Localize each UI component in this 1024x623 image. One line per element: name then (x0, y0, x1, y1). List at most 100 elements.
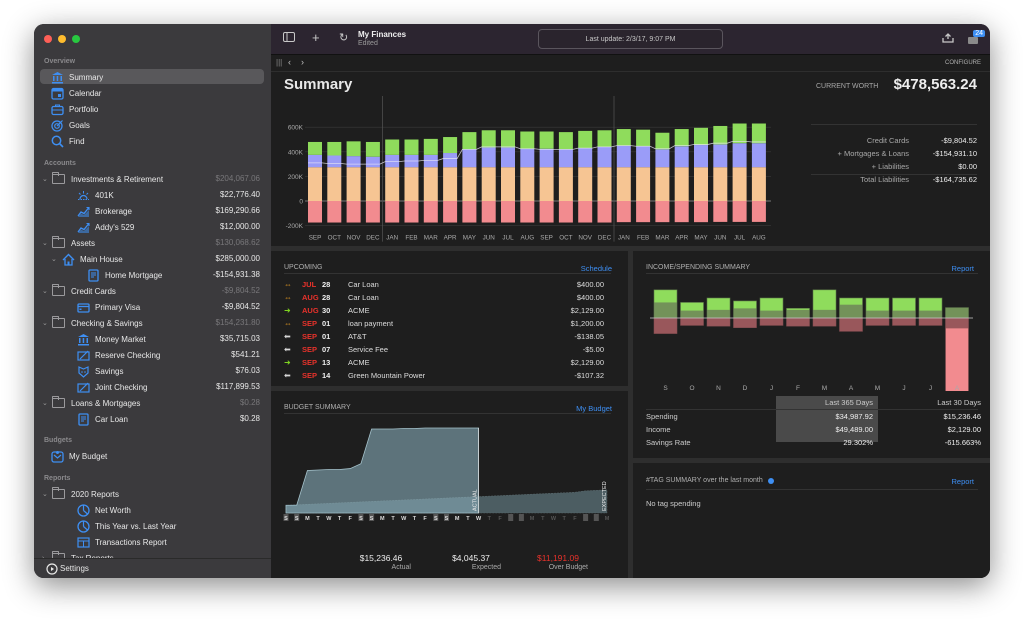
account-item-main-house[interactable]: ⌄ Main House (51, 251, 123, 267)
income-overlap (839, 304, 863, 318)
sidebar-item-find[interactable]: Find (50, 133, 85, 149)
export-icon[interactable] (942, 33, 954, 46)
chevron-down-icon[interactable]: ⌄ (42, 490, 50, 498)
sidebar-item-summary[interactable]: Summary (50, 69, 103, 85)
report-item-transactions-report[interactable]: Transactions Report (76, 534, 167, 550)
report-item-net-worth[interactable]: Net Worth (76, 502, 131, 518)
section-header-accounts: Accounts (44, 160, 76, 167)
bar-liabilities (732, 201, 747, 222)
chevron-down-icon[interactable]: ⌄ (42, 399, 50, 407)
sidebar-item-calendar[interactable]: Calendar (50, 85, 101, 101)
my-budget-link[interactable]: My Budget (576, 404, 612, 413)
zoom-window-button[interactable] (72, 35, 80, 43)
x-tick-label: JUL (734, 235, 746, 242)
budget-header: BUDGET SUMMARY (284, 404, 351, 411)
tag-report-link[interactable]: Report (951, 477, 974, 486)
account-item-brokerage[interactable]: Brokerage (76, 203, 132, 219)
bank-icon (76, 332, 90, 346)
upcoming-row[interactable]: ⬅ SEP 01 AT&T -$138.05 (284, 330, 604, 343)
bar-liabilities (694, 201, 708, 223)
schedule-link[interactable]: Schedule (581, 264, 612, 273)
account-item-joint-checking[interactable]: Joint Checking (76, 379, 147, 395)
sidebar-item-my-budget[interactable]: My Budget (50, 448, 107, 464)
add-icon[interactable]: + (312, 30, 320, 45)
income-report-link[interactable]: Report (951, 264, 974, 273)
chevron-down-icon[interactable]: ⌄ (51, 255, 59, 263)
chevron-down-icon[interactable]: ⌄ (42, 175, 50, 183)
spending-overlap (892, 318, 916, 326)
forward-button[interactable]: › (301, 57, 304, 67)
info-icon[interactable] (767, 477, 774, 484)
upcoming-payee: ACME (348, 306, 370, 315)
spending-bar (945, 317, 969, 391)
folder-icon (52, 284, 65, 296)
income-spending-header: INCOME/SPENDING SUMMARY (646, 264, 751, 271)
account-item-addy-s-529[interactable]: Addy's 529 (76, 219, 134, 235)
account-item-home-mortgage[interactable]: Home Mortgage (86, 267, 162, 283)
bar-cash (713, 125, 728, 145)
account-item-savings[interactable]: Savings (76, 363, 123, 379)
upcoming-row[interactable]: ⬅ SEP 07 Service Fee -$5.00 (284, 343, 604, 356)
upcoming-row[interactable]: ➜ SEP 13 ACME $2,129.00 (284, 356, 604, 369)
upcoming-amount: $1,200.00 (570, 319, 604, 328)
account-group-credit-cards[interactable]: ⌄ Credit Cards (42, 283, 116, 299)
income-overlap (919, 310, 942, 318)
settings-label: Settings (60, 564, 89, 573)
income-overlap (760, 310, 783, 318)
report-item-this-year-vs-last-year[interactable]: This Year vs. Last Year (76, 518, 176, 534)
account-item-401k[interactable]: 401K (76, 187, 114, 203)
account-label: Investments & Retirement (71, 174, 164, 184)
sidebar-item-portfolio[interactable]: Portfolio (50, 101, 98, 117)
account-item-car-loan[interactable]: Car Loan (76, 411, 128, 427)
sidebar-item-label: Goals (69, 120, 90, 130)
bar-investments (694, 145, 708, 168)
day-label: S (434, 516, 438, 522)
account-item-primary-visa[interactable]: Primary Visa (76, 299, 140, 315)
back-button[interactable]: ‹ (288, 57, 291, 67)
day-label: M (530, 516, 535, 522)
credit-card-icon (76, 300, 90, 314)
report-group-2020-reports[interactable]: ⌄ 2020 Reports (42, 486, 119, 502)
account-group-checking-savings[interactable]: ⌄ Checking & Savings (42, 315, 143, 331)
account-group-loans-mortgages[interactable]: ⌄ Loans & Mortgages (42, 395, 140, 411)
chevron-down-icon[interactable]: ⌄ (42, 239, 50, 247)
chevron-down-icon[interactable]: ⌄ (42, 319, 50, 327)
upcoming-row[interactable]: ➜ AUG 30 ACME $2,129.00 (284, 304, 604, 317)
sidebar-item-goals[interactable]: Goals (50, 117, 90, 133)
x-tick-label: JUN (483, 235, 496, 242)
upcoming-payee: Car Loan (348, 293, 379, 302)
x-tick-label: S (663, 385, 668, 391)
account-item-money-market[interactable]: Money Market (76, 331, 146, 347)
upcoming-day: 13 (322, 358, 331, 367)
settings-button[interactable]: Settings (34, 558, 271, 578)
table-icon (76, 535, 90, 549)
bar-cash (346, 141, 361, 157)
upcoming-row[interactable]: ⇔ SEP 01 loan payment $1,200.00 (284, 317, 604, 330)
bar-liabilities (501, 201, 515, 223)
account-group-investments-retirement[interactable]: ⌄ Investments & Retirement (42, 171, 163, 187)
chart-up-icon (76, 204, 90, 218)
liability-value: -$9,804.52 (941, 136, 977, 145)
account-label: Primary Visa (95, 302, 141, 312)
chevron-down-icon[interactable]: ⌄ (42, 287, 50, 295)
bar-cash (481, 130, 496, 148)
account-item-reserve-checking[interactable]: Reserve Checking (76, 347, 160, 363)
upcoming-row[interactable]: ⇔ AUG 28 Car Loan $400.00 (284, 291, 604, 304)
chart-up-icon (76, 220, 90, 234)
budget-icon (50, 449, 64, 463)
income-table-header: Last 365 Days Last 30 Days (646, 396, 981, 409)
refresh-icon[interactable]: ↻ (339, 31, 348, 44)
x-tick-label: NOV (347, 235, 361, 242)
close-window-button[interactable] (44, 35, 52, 43)
account-group-assets[interactable]: ⌄ Assets (42, 235, 95, 251)
upcoming-row[interactable]: ⇔ JUL 28 Car Loan $400.00 (284, 278, 604, 291)
drag-handle-icon[interactable]: ||| (276, 58, 282, 67)
upcoming-amount: $400.00 (576, 293, 604, 302)
account-balance: $117,899.53 (216, 382, 260, 391)
upcoming-row[interactable]: ⬅ SEP 14 Green Mountain Power -$107.32 (284, 369, 604, 382)
account-balance: $204,067.06 (215, 174, 261, 183)
upcoming-payee: loan payment (348, 319, 394, 328)
sidebar-toggle-icon[interactable] (283, 32, 295, 45)
minimize-window-button[interactable] (58, 35, 66, 43)
configure-button[interactable]: CONFIGURE (945, 60, 981, 66)
